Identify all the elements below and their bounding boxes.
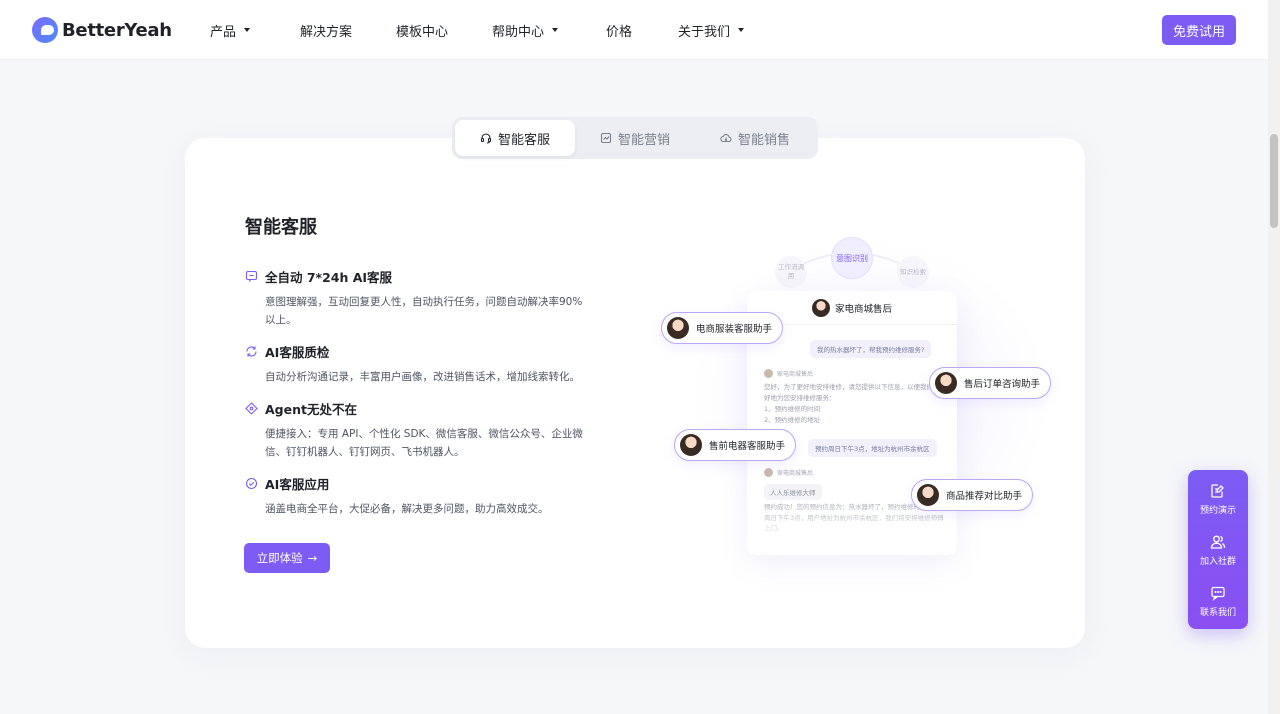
bot-label: 家电商城售后 bbox=[764, 369, 813, 378]
float-label: 加入社群 bbox=[1199, 557, 1236, 567]
feature-desc: 涵盖电商全平台，大促必备，解决更多问题，助力高效成交。 bbox=[265, 503, 549, 515]
section-title: 智能客服 bbox=[245, 217, 317, 238]
edit-icon bbox=[1211, 484, 1224, 498]
top-nav: BetterYeah 产品 解决方案 模板中心 帮助中心 价格 关于我们 免费试… bbox=[0, 0, 1268, 60]
menu-item-solutions[interactable]: 解决方案 bbox=[300, 21, 396, 40]
pill-label: 电商服装客服助手 bbox=[696, 324, 773, 335]
join-community-button[interactable]: 加入社群 bbox=[1188, 534, 1248, 567]
message-icon bbox=[1211, 586, 1225, 601]
contact-us-button[interactable]: 联系我们 bbox=[1188, 585, 1248, 618]
scrollbar-track[interactable] bbox=[1268, 0, 1280, 714]
chevron-down-icon bbox=[552, 28, 559, 32]
avatar bbox=[764, 468, 773, 477]
tab-label: 智能客服 bbox=[497, 132, 550, 148]
cloud-icon bbox=[720, 133, 732, 143]
bot-message-item: 1、预约维修的时间 bbox=[764, 405, 821, 413]
feature-title: Agent无处不在 bbox=[265, 402, 357, 417]
headset-icon bbox=[480, 133, 492, 144]
main-menu: 产品 解决方案 模板中心 帮助中心 价格 关于我们 bbox=[210, 0, 758, 60]
orb-knowledge: 知识检索 bbox=[897, 256, 929, 288]
pill-label: 商品推荐对比助手 bbox=[946, 491, 1023, 502]
menu-item-about[interactable]: 关于我们 bbox=[678, 21, 758, 40]
user-message: 我的热水器坏了，帮我预约维修服务? bbox=[810, 340, 932, 358]
avatar bbox=[811, 298, 830, 317]
chart-icon bbox=[600, 132, 612, 144]
logo[interactable]: BetterYeah bbox=[32, 17, 172, 43]
agent-pill: 售前电器客服助手 bbox=[674, 429, 797, 461]
try-now-button[interactable]: 立即体验 → bbox=[244, 543, 330, 573]
agent-pill: 电商服装客服助手 bbox=[661, 312, 784, 344]
avatar bbox=[667, 317, 689, 339]
chevron-down-icon bbox=[244, 28, 251, 32]
menu-label: 价格 bbox=[606, 24, 633, 40]
float-label: 预约演示 bbox=[1199, 506, 1236, 516]
tab-marketing[interactable]: 智能营销 bbox=[575, 120, 695, 156]
network-icon bbox=[245, 402, 258, 415]
avatar bbox=[764, 369, 773, 378]
bot-message-item: 2、预约维修的地址 bbox=[764, 416, 821, 424]
menu-label: 关于我们 bbox=[678, 24, 731, 40]
feature-title: AI客服质检 bbox=[265, 345, 330, 360]
feature-item: Agent无处不在 便捷接入：专用 API、个性化 SDK、微信客服、微信公众号… bbox=[245, 399, 585, 461]
try-now-label: 立即体验 bbox=[256, 551, 303, 565]
users-icon bbox=[1210, 535, 1226, 549]
bot-message: 您好，为了更好地安排维修，请您提供以下信息，以便我们更好地为您安排维修服务： bbox=[764, 383, 940, 402]
tab-customer-service[interactable]: 智能客服 bbox=[455, 120, 575, 156]
user-message: 预约周日下午3点，地址为杭州市余杭区 bbox=[808, 439, 937, 457]
chat-icon bbox=[245, 270, 258, 282]
menu-item-templates[interactable]: 模板中心 bbox=[396, 21, 492, 40]
tab-label: 智能销售 bbox=[737, 132, 790, 148]
bot-label: 家电商城售后 bbox=[764, 468, 813, 477]
feature-item: AI客服应用 涵盖电商全平台，大促必备，解决更多问题，助力高效成交。 bbox=[245, 474, 585, 518]
feature-desc: 意图理解强，互动回复更人性，自动执行任务，问题自动解决率90%以上。 bbox=[265, 296, 583, 326]
tab-bar: 智能客服 智能营销 智能销售 bbox=[452, 117, 818, 159]
agent-pill: 售后订单咨询助手 bbox=[929, 367, 1052, 399]
avatar bbox=[680, 434, 702, 456]
feature-item: AI客服质检 自动分析沟通记录，丰富用户画像，改进销售话术，增加线索转化。 bbox=[245, 342, 585, 386]
orb-workflow: 工作流调用 bbox=[775, 256, 807, 288]
menu-label: 帮助中心 bbox=[492, 24, 545, 40]
menu-item-help[interactable]: 帮助中心 bbox=[492, 21, 606, 40]
menu-label: 解决方案 bbox=[300, 24, 353, 40]
menu-label: 模板中心 bbox=[396, 24, 449, 40]
logo-icon bbox=[32, 17, 58, 43]
feature-desc: 便捷接入：专用 API、个性化 SDK、微信客服、微信公众号、企业微信、钉钉机器… bbox=[265, 428, 583, 458]
tab-sales[interactable]: 智能销售 bbox=[695, 120, 815, 156]
logo-text: BetterYeah bbox=[62, 19, 172, 41]
agent-pill: 商品推荐对比助手 bbox=[911, 479, 1034, 511]
avatar bbox=[935, 372, 957, 394]
book-demo-button[interactable]: 预约演示 bbox=[1188, 483, 1248, 516]
refresh-icon bbox=[246, 346, 257, 357]
floating-contact-panel: 预约演示 加入社群 联系我们 bbox=[1188, 470, 1248, 629]
feature-desc: 自动分析沟通记录，丰富用户画像，改进销售话术，增加线索转化。 bbox=[265, 371, 580, 383]
orb-intent: 意图识别 bbox=[831, 237, 873, 279]
menu-label: 产品 bbox=[210, 24, 237, 40]
feature-title: 全自动 7*24h AI客服 bbox=[265, 270, 393, 285]
scrollbar-thumb[interactable] bbox=[1270, 134, 1278, 228]
bot-chip: 人人乐维修大师 bbox=[764, 484, 822, 500]
pill-label: 售后订单咨询助手 bbox=[964, 379, 1041, 390]
float-label: 联系我们 bbox=[1199, 608, 1236, 618]
feature-item: 全自动 7*24h AI客服 意图理解强，互动回复更人性，自动执行任务，问题自动… bbox=[245, 267, 585, 329]
pill-label: 售前电器客服助手 bbox=[709, 441, 786, 452]
arrow-right-icon: → bbox=[307, 551, 318, 565]
chevron-down-icon bbox=[738, 28, 745, 32]
menu-item-product[interactable]: 产品 bbox=[210, 21, 300, 40]
menu-item-pricing[interactable]: 价格 bbox=[606, 21, 678, 40]
free-trial-button[interactable]: 免费试用 bbox=[1162, 15, 1236, 45]
avatar bbox=[917, 484, 939, 506]
feature-title: AI客服应用 bbox=[265, 477, 330, 492]
chat-title: 家电商城售后 bbox=[834, 303, 892, 315]
tab-label: 智能营销 bbox=[617, 132, 670, 148]
check-badge-icon bbox=[245, 477, 258, 490]
